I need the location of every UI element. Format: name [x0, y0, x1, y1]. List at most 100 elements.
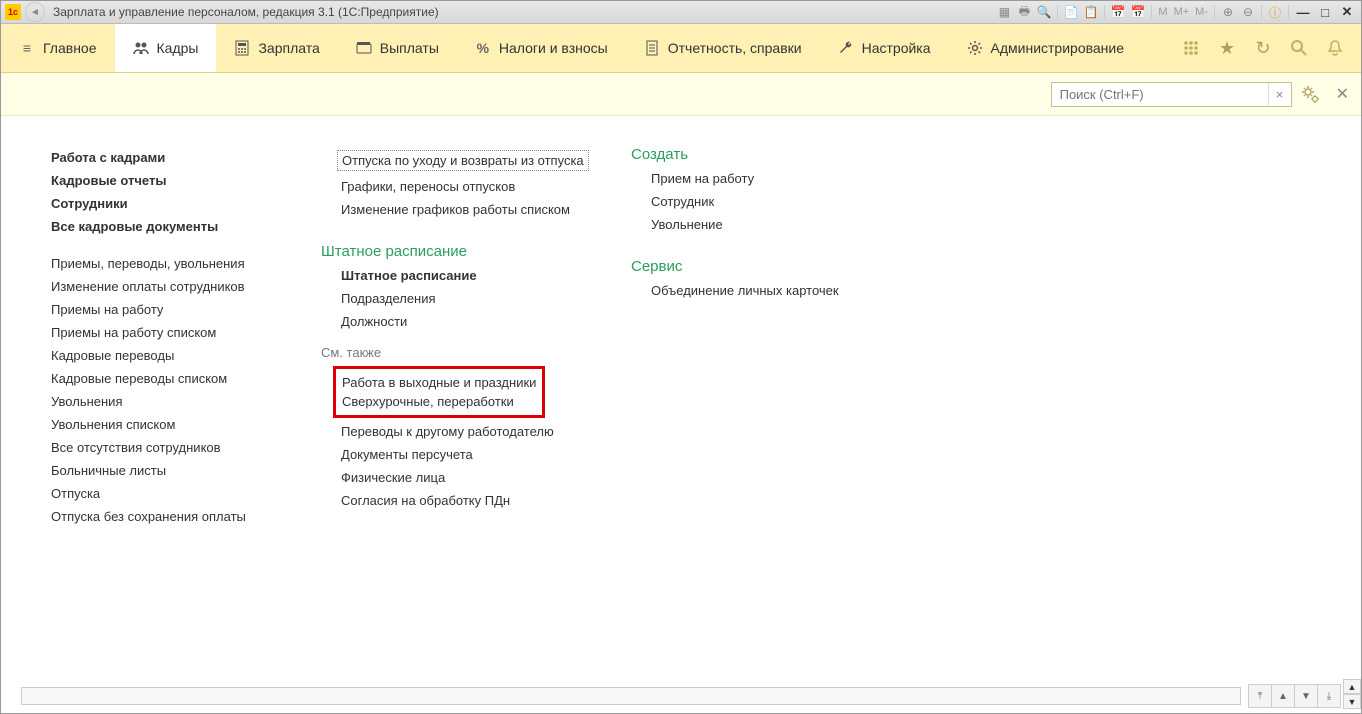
grid-icon[interactable]: ▦ [995, 3, 1013, 21]
menu-vyplaty[interactable]: Выплаты [338, 24, 457, 72]
menu-nalogi[interactable]: % Налоги и взносы [457, 24, 626, 72]
bell-icon[interactable] [1325, 38, 1345, 58]
info-icon[interactable]: ⓘ [1266, 3, 1284, 21]
link-sverhurochnye[interactable]: Сверхурочные, переработки [342, 392, 536, 411]
link-perevody-drugomu[interactable]: Переводы к другому работодателю [341, 420, 591, 443]
link-priemy-spiskom[interactable]: Приемы на работу списком [51, 321, 281, 344]
calculator-icon [234, 40, 250, 56]
link-uvolneniya[interactable]: Увольнения [51, 390, 281, 413]
hamburger-icon: ≡ [19, 40, 35, 56]
search-clear-button[interactable]: × [1268, 83, 1291, 106]
scroll-down-button[interactable]: ▼ [1294, 684, 1318, 708]
menu-zarplata[interactable]: Зарплата [216, 24, 337, 72]
link-fiz-litsa[interactable]: Физические лица [341, 466, 591, 489]
wrench-icon [838, 40, 854, 56]
link-otpuska-bez[interactable]: Отпуска без сохранения оплаты [51, 505, 281, 528]
bottom-scrollbar: ⤒ ▲ ▼ ⤓ [21, 683, 1341, 709]
menu-nastroyka-label: Настройка [862, 40, 931, 56]
percent-icon: % [475, 40, 491, 56]
scroll-first-button[interactable]: ⤒ [1248, 684, 1272, 708]
link-bolnichnye[interactable]: Больничные листы [51, 459, 281, 482]
calc-icon[interactable]: 📅 [1109, 3, 1127, 21]
menu-otchet[interactable]: Отчетность, справки [626, 24, 820, 72]
menu-admin[interactable]: Администрирование [949, 24, 1143, 72]
menu-nalogi-label: Налоги и взносы [499, 40, 608, 56]
scroll-last-button[interactable]: ⤓ [1317, 684, 1341, 708]
link-dolzhnosti[interactable]: Должности [341, 310, 591, 333]
minimize-button[interactable]: — [1293, 4, 1313, 20]
app-logo-icon: 1c [5, 4, 21, 20]
wallet-icon [356, 40, 372, 56]
link-otpuska-po-uhodu[interactable]: Отпуска по уходу и возвраты из отпуска [341, 146, 591, 175]
save-icon[interactable]: 📄 [1062, 3, 1080, 21]
link-kadrovye-perevody[interactable]: Кадровые переводы [51, 344, 281, 367]
vertical-scrollbar: ▲ ▼ [1343, 679, 1359, 709]
highlight-box: Работа в выходные и праздники Сверхурочн… [333, 366, 545, 418]
link-uvolneniya-spiskom[interactable]: Увольнения списком [51, 413, 281, 436]
star-icon[interactable]: ★ [1217, 38, 1237, 58]
gear-icon [967, 40, 983, 56]
link-otpuska[interactable]: Отпуска [51, 482, 281, 505]
history-icon[interactable]: ↻ [1253, 38, 1273, 58]
link-vse-otsut[interactable]: Все отсутствия сотрудников [51, 436, 281, 459]
copy-icon[interactable]: 📋 [1082, 3, 1100, 21]
memory-m[interactable]: M [1156, 6, 1169, 18]
maximize-button[interactable]: □ [1315, 4, 1335, 20]
apps-icon[interactable] [1181, 38, 1201, 58]
link-rabota-vyh[interactable]: Работа в выходные и праздники [342, 373, 536, 392]
print-icon[interactable]: 🖶 [1015, 3, 1033, 21]
menu-main-label: Главное [43, 40, 97, 56]
calendar-icon[interactable]: 📅 [1129, 3, 1147, 21]
vscroll-down[interactable]: ▼ [1343, 694, 1361, 709]
settings-icon[interactable] [1300, 84, 1320, 104]
menu-main[interactable]: ≡ Главное [1, 24, 115, 72]
section-sozdat: Создать [631, 146, 861, 163]
scroll-track[interactable] [21, 687, 1241, 705]
memory-mplus[interactable]: M+ [1172, 6, 1192, 18]
link-priem[interactable]: Прием на работу [651, 167, 861, 190]
menu-vyplaty-label: Выплаты [380, 40, 439, 56]
search-icon[interactable] [1289, 38, 1309, 58]
section-servis: Сервис [631, 258, 861, 275]
link-rabota-s-kadrami[interactable]: Работа с кадрами [51, 146, 281, 169]
people-icon [133, 40, 149, 56]
app-window: 1c ◄ Зарплата и управление персоналом, р… [0, 0, 1362, 714]
menu-nastroyka[interactable]: Настройка [820, 24, 949, 72]
link-obedinenie[interactable]: Объединение личных карточек [651, 279, 861, 302]
link-uvolnenie[interactable]: Увольнение [651, 213, 861, 236]
preview-icon[interactable]: 🔍 [1035, 3, 1053, 21]
search-box: × [1051, 82, 1292, 107]
memory-mminus[interactable]: M- [1193, 6, 1210, 18]
window-title: Зарплата и управление персоналом, редакц… [53, 5, 995, 19]
nav-column-3: Создать Прием на работу Сотрудник Увольн… [631, 146, 861, 666]
link-podrazdeleniya[interactable]: Подразделения [341, 287, 591, 310]
menu-kadry-label: Кадры [157, 40, 199, 56]
link-izmenenie-grafikov[interactable]: Изменение графиков работы списком [341, 198, 591, 221]
section-sm-takzhe: См. также [301, 345, 591, 360]
link-kadrovye-otchety[interactable]: Кадровые отчеты [51, 169, 281, 192]
vscroll-up[interactable]: ▲ [1343, 679, 1361, 694]
link-sotrudniki[interactable]: Сотрудники [51, 192, 281, 215]
zoom-out-icon[interactable]: ⊖ [1239, 3, 1257, 21]
zoom-in-icon[interactable]: ⊕ [1219, 3, 1237, 21]
back-button[interactable]: ◄ [25, 2, 45, 22]
menu-right-icons: ★ ↻ [1181, 24, 1361, 72]
panel-toolbar: × ✕ [1, 73, 1361, 116]
link-priemy-perevody[interactable]: Приемы, переводы, увольнения [51, 252, 281, 275]
link-izmenenie-oplaty[interactable]: Изменение оплаты сотрудников [51, 275, 281, 298]
link-shtatnoe[interactable]: Штатное расписание [341, 264, 591, 287]
menu-kadry[interactable]: Кадры [115, 24, 217, 72]
menu-admin-label: Администрирование [991, 40, 1125, 56]
link-kadrovye-perevody-spiskom[interactable]: Кадровые переводы списком [51, 367, 281, 390]
link-grafiki[interactable]: Графики, переносы отпусков [341, 175, 591, 198]
close-panel-button[interactable]: ✕ [1336, 84, 1349, 104]
scroll-up-button[interactable]: ▲ [1271, 684, 1295, 708]
link-vse-kadrovye[interactable]: Все кадровые документы [51, 215, 281, 238]
link-priemy-na-rabotu[interactable]: Приемы на работу [51, 298, 281, 321]
link-sotrudnik[interactable]: Сотрудник [651, 190, 861, 213]
close-button[interactable]: ✕ [1337, 4, 1357, 20]
link-doc-persucheta[interactable]: Документы персучета [341, 443, 591, 466]
scroll-buttons: ⤒ ▲ ▼ ⤓ [1249, 684, 1341, 708]
search-input[interactable] [1052, 83, 1268, 106]
link-soglasiya[interactable]: Согласия на обработку ПДн [341, 489, 591, 512]
